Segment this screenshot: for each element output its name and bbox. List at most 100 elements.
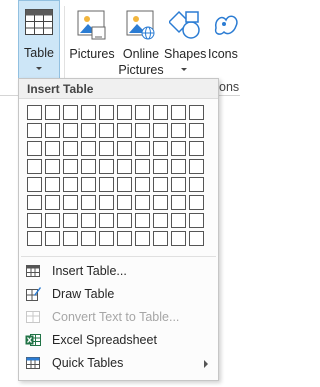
grid-cell[interactable] (99, 123, 114, 138)
grid-cell[interactable] (171, 141, 186, 156)
grid-cell[interactable] (117, 195, 132, 210)
grid-cell[interactable] (99, 195, 114, 210)
draw-table-item[interactable]: Draw Table (19, 283, 218, 306)
grid-cell[interactable] (81, 213, 96, 228)
grid-cell[interactable] (153, 105, 168, 120)
excel-spreadsheet-item[interactable]: Excel Spreadsheet (19, 329, 218, 352)
grid-cell[interactable] (189, 177, 204, 192)
grid-cell[interactable] (153, 231, 168, 246)
grid-cell[interactable] (63, 231, 78, 246)
grid-cell[interactable] (117, 105, 132, 120)
grid-cell[interactable] (153, 159, 168, 174)
grid-cell[interactable] (27, 177, 42, 192)
table-size-grid[interactable] (27, 105, 204, 246)
grid-cell[interactable] (171, 213, 186, 228)
grid-cell[interactable] (27, 213, 42, 228)
grid-cell[interactable] (27, 105, 42, 120)
grid-cell[interactable] (45, 141, 60, 156)
grid-cell[interactable] (189, 105, 204, 120)
grid-cell[interactable] (99, 213, 114, 228)
pictures-button[interactable]: Pictures (68, 0, 116, 80)
grid-cell[interactable] (135, 105, 150, 120)
table-icon (25, 9, 53, 38)
grid-cell[interactable] (63, 123, 78, 138)
grid-cell[interactable] (45, 231, 60, 246)
grid-cell[interactable] (63, 105, 78, 120)
grid-cell[interactable] (81, 195, 96, 210)
icons-button[interactable]: Icons (206, 0, 240, 80)
grid-cell[interactable] (27, 141, 42, 156)
grid-cell[interactable] (63, 213, 78, 228)
grid-cell[interactable] (189, 123, 204, 138)
icons-label: Icons (208, 47, 238, 61)
grid-cell[interactable] (27, 231, 42, 246)
quick-tables-item[interactable]: Quick Tables (19, 352, 218, 375)
grid-cell[interactable] (117, 231, 132, 246)
grid-cell[interactable] (117, 159, 132, 174)
grid-cell[interactable] (63, 141, 78, 156)
grid-cell[interactable] (189, 231, 204, 246)
grid-cell[interactable] (45, 177, 60, 192)
online-pictures-button[interactable]: Online Pictures (117, 0, 165, 80)
grid-cell[interactable] (27, 123, 42, 138)
chevron-down-icon (181, 68, 187, 71)
grid-cell[interactable] (171, 159, 186, 174)
grid-cell[interactable] (45, 213, 60, 228)
grid-cell[interactable] (45, 195, 60, 210)
grid-cell[interactable] (81, 105, 96, 120)
quick-tables-icon (25, 355, 41, 371)
grid-cell[interactable] (135, 213, 150, 228)
grid-cell[interactable] (135, 159, 150, 174)
shapes-button[interactable]: Shapes (164, 0, 206, 80)
grid-cell[interactable] (117, 177, 132, 192)
grid-cell[interactable] (63, 177, 78, 192)
grid-cell[interactable] (63, 159, 78, 174)
grid-cell[interactable] (153, 123, 168, 138)
grid-cell[interactable] (171, 105, 186, 120)
grid-cell[interactable] (99, 141, 114, 156)
grid-cell[interactable] (135, 141, 150, 156)
convert-text-icon (25, 309, 41, 325)
grid-cell[interactable] (27, 195, 42, 210)
grid-cell[interactable] (117, 123, 132, 138)
grid-cell[interactable] (81, 231, 96, 246)
grid-cell[interactable] (45, 159, 60, 174)
grid-cell[interactable] (45, 123, 60, 138)
grid-cell[interactable] (135, 195, 150, 210)
grid-cell[interactable] (171, 195, 186, 210)
grid-cell[interactable] (99, 105, 114, 120)
convert-text-label: Convert Text to Table... (52, 310, 180, 324)
online-pictures-label-line1: Online (122, 47, 160, 61)
grid-cell[interactable] (171, 177, 186, 192)
grid-cell[interactable] (45, 105, 60, 120)
grid-cell[interactable] (81, 177, 96, 192)
menu-header: Insert Table (19, 79, 218, 99)
grid-cell[interactable] (189, 141, 204, 156)
grid-cell[interactable] (27, 159, 42, 174)
grid-cell[interactable] (153, 213, 168, 228)
grid-cell[interactable] (117, 213, 132, 228)
grid-cell[interactable] (153, 195, 168, 210)
grid-cell[interactable] (81, 123, 96, 138)
grid-cell[interactable] (171, 231, 186, 246)
grid-cell[interactable] (171, 123, 186, 138)
grid-cell[interactable] (135, 123, 150, 138)
grid-cell[interactable] (63, 195, 78, 210)
grid-cell[interactable] (189, 213, 204, 228)
grid-cell[interactable] (135, 177, 150, 192)
grid-cell[interactable] (81, 141, 96, 156)
grid-cell[interactable] (189, 195, 204, 210)
grid-cell[interactable] (81, 159, 96, 174)
grid-cell[interactable] (99, 231, 114, 246)
grid-cell[interactable] (153, 177, 168, 192)
grid-cell[interactable] (99, 159, 114, 174)
grid-cell[interactable] (189, 159, 204, 174)
grid-cell[interactable] (99, 177, 114, 192)
grid-cell[interactable] (135, 231, 150, 246)
table-button-label: Table (24, 46, 54, 60)
grid-cell[interactable] (153, 141, 168, 156)
insert-table-item[interactable]: Insert Table... (19, 260, 218, 283)
grid-cell[interactable] (117, 141, 132, 156)
shapes-icon (167, 10, 201, 43)
table-button[interactable]: Table (18, 0, 60, 80)
